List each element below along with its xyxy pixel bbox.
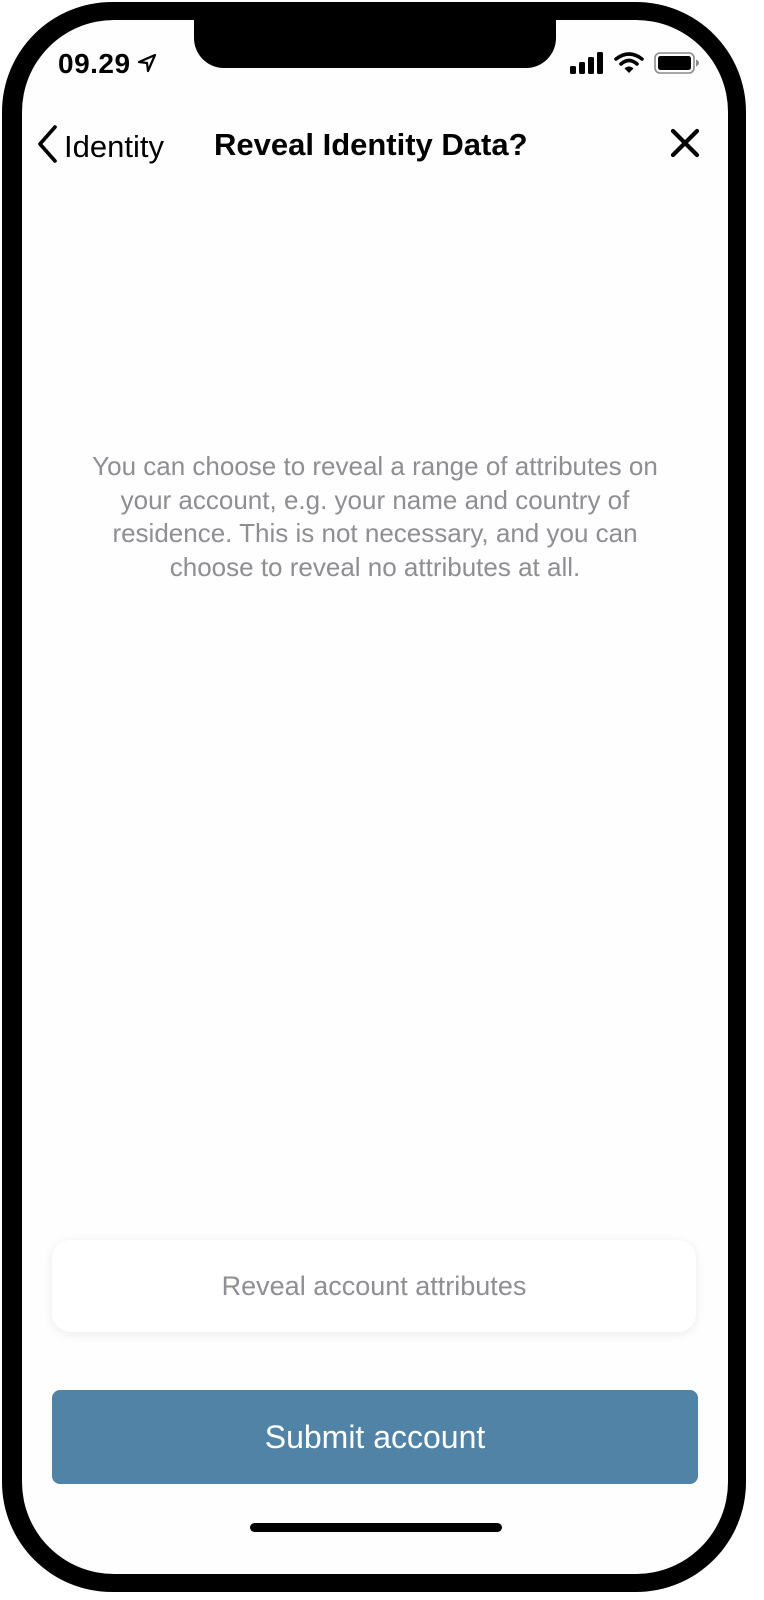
reveal-attributes-button[interactable]: Reveal account attributes — [52, 1240, 696, 1332]
close-icon — [668, 128, 702, 164]
app-screen: 09.29 Identity Reveal Identity Data? You… — [22, 20, 728, 1574]
info-message: You can choose to reveal a range of attr… — [92, 451, 658, 582]
navigation-bar: Identity Reveal Identity Data? — [22, 118, 728, 170]
back-label: Identity — [64, 128, 164, 164]
close-button[interactable] — [668, 126, 702, 160]
status-time-group: 09.29 — [58, 48, 157, 80]
notch — [194, 20, 556, 68]
status-time: 09.29 — [58, 48, 131, 79]
location-arrow-icon — [137, 48, 157, 80]
device-frame: 09.29 Identity Reveal Identity Data? You… — [0, 0, 764, 1600]
home-indicator[interactable] — [250, 1523, 502, 1532]
submit-account-button[interactable]: Submit account — [52, 1390, 698, 1484]
status-icons — [570, 52, 700, 79]
back-button[interactable]: Identity — [36, 124, 164, 169]
cellular-signal-icon — [570, 52, 604, 79]
battery-icon — [654, 52, 700, 79]
wifi-icon — [614, 52, 644, 79]
page-title: Reveal Identity Data? — [214, 127, 528, 162]
chevron-left-icon — [36, 124, 58, 169]
